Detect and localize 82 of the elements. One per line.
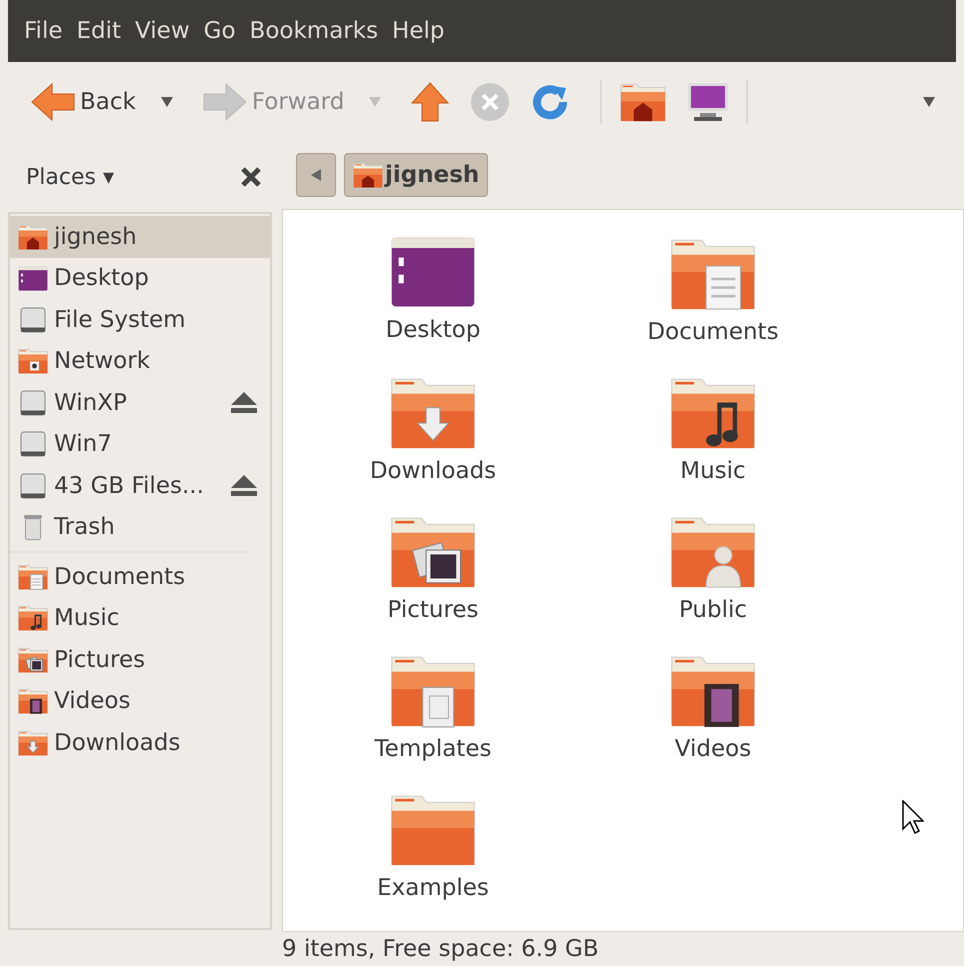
file-label: Desktop xyxy=(386,316,480,345)
sidebar-item-label: File System xyxy=(54,306,186,334)
file-label: Downloads xyxy=(370,457,496,486)
back-arrow-icon xyxy=(30,82,76,122)
forward-arrow-icon xyxy=(202,82,248,122)
file-label: Pictures xyxy=(387,596,479,626)
folder-tile[interactable]: Examples xyxy=(293,792,573,930)
left-triangle-icon xyxy=(311,169,321,182)
path-button[interactable]: jignesh xyxy=(344,153,488,198)
stop-icon xyxy=(470,82,510,122)
eject-icon[interactable] xyxy=(230,390,258,415)
sidebar-item-label: Music xyxy=(54,604,120,633)
sidebar-item[interactable]: Music xyxy=(10,598,270,639)
file-label: Music xyxy=(680,457,746,486)
folder-tile[interactable]: Pictures xyxy=(293,514,573,652)
dropdown-caret-icon[interactable] xyxy=(160,96,174,108)
folder-tile[interactable]: Videos xyxy=(573,652,853,792)
folder-tile[interactable]: Music xyxy=(573,374,853,514)
sidebar-item[interactable]: Network xyxy=(10,340,270,382)
back-button[interactable]: Back xyxy=(26,82,186,122)
file-label: Documents xyxy=(647,318,779,348)
sidebar-item-label: Trash xyxy=(54,513,115,542)
network-icon xyxy=(18,348,48,374)
sidebar-item-label: Pictures xyxy=(54,646,146,674)
sidebar-item[interactable]: 43 GB Files... xyxy=(10,465,270,506)
sidebar-item[interactable]: WinXP xyxy=(10,382,270,424)
drive-icon xyxy=(18,388,48,418)
sidebar-item-label: Downloads xyxy=(54,728,180,758)
home-icon xyxy=(18,224,48,250)
sidebar-item-label: WinXP xyxy=(54,388,127,418)
pictures-icon xyxy=(18,646,48,673)
sidebar-item[interactable]: Pictures xyxy=(10,639,270,680)
sidebar-item[interactable]: Videos xyxy=(10,680,270,722)
menu-item[interactable]: Go xyxy=(204,14,236,48)
sidebar-item-label: Videos xyxy=(54,687,130,716)
sidebar-item-label: Network xyxy=(54,347,150,376)
drive-icon xyxy=(18,429,48,460)
drive-icon xyxy=(18,470,48,501)
file-label: Templates xyxy=(374,735,492,764)
home-folder-icon xyxy=(353,162,383,188)
up-arrow-icon xyxy=(410,81,450,123)
menu-item[interactable]: View xyxy=(135,14,190,48)
home-folder-icon xyxy=(620,82,666,122)
sidebar-item[interactable]: Documents xyxy=(10,556,270,598)
mouse-pointer-icon xyxy=(902,800,924,834)
folder-tile[interactable]: Desktop xyxy=(293,236,573,374)
sidebar-item-label: jignesh xyxy=(54,222,137,252)
close-icon[interactable] xyxy=(240,166,262,188)
file-label: Videos xyxy=(674,735,752,764)
desktop-icon xyxy=(390,236,476,309)
sidebar-item[interactable]: Downloads xyxy=(10,722,270,764)
sidebar-item[interactable]: File System xyxy=(10,299,270,340)
sidebar-item[interactable]: jignesh xyxy=(10,216,270,258)
folder-tile[interactable]: Public xyxy=(573,514,853,652)
folder-tile[interactable]: Downloads xyxy=(293,374,573,514)
menu-item[interactable]: File xyxy=(24,14,62,48)
folder-tile[interactable]: Templates xyxy=(293,652,573,792)
eject-icon[interactable] xyxy=(230,474,258,498)
drive-icon xyxy=(18,304,48,335)
dropdown-caret-icon[interactable] xyxy=(922,96,936,108)
places-dropdown[interactable]: Places ▾ xyxy=(26,160,114,194)
documents-icon xyxy=(18,564,48,590)
downloads-icon xyxy=(18,730,48,756)
menu-item[interactable]: Bookmarks xyxy=(250,14,378,48)
path-back-button[interactable] xyxy=(296,153,336,198)
desktop-icon xyxy=(18,266,48,291)
sidebar-item[interactable]: Desktop xyxy=(10,258,270,299)
sidebar-item-label: 43 GB Files... xyxy=(54,472,204,500)
menu-item[interactable]: Help xyxy=(392,14,444,48)
sidebar-item[interactable]: Win7 xyxy=(10,424,270,465)
computer-icon xyxy=(686,81,730,123)
status-text: 9 items, Free space: 6.9 GB xyxy=(282,934,599,964)
sidebar-item-label: Documents xyxy=(54,562,186,592)
sidebar-item-label: Win7 xyxy=(54,430,112,459)
folder-tile[interactable]: Documents xyxy=(573,236,853,374)
file-label: Examples xyxy=(377,874,489,904)
menu-item[interactable]: Edit xyxy=(76,14,122,48)
sidebar-item[interactable]: Trash xyxy=(10,506,270,548)
videos-icon xyxy=(18,688,48,714)
file-label: Public xyxy=(678,596,748,626)
sidebar-item-label: Desktop xyxy=(54,264,149,293)
music-icon xyxy=(18,605,48,632)
